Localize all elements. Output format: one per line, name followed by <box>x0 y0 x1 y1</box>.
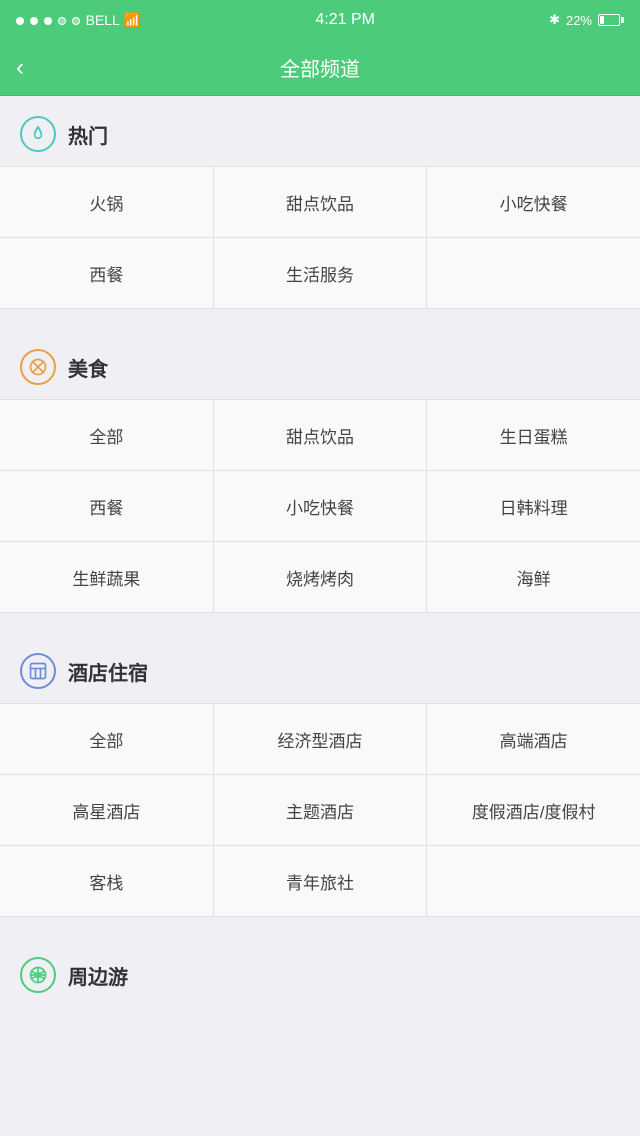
battery-percent: 22% <box>566 13 592 28</box>
list-item[interactable]: 全部 <box>0 704 214 774</box>
list-item <box>427 238 640 308</box>
list-item[interactable]: 日韩料理 <box>427 471 640 541</box>
list-item <box>427 846 640 916</box>
section-header-hot: 热门 <box>0 116 640 166</box>
nav-title: 全部频道 <box>280 53 360 82</box>
list-item[interactable]: 青年旅社 <box>214 846 428 916</box>
nav-bar: ‹ 全部频道 <box>0 40 640 96</box>
signal-dots <box>16 12 82 28</box>
list-item[interactable]: 海鲜 <box>427 542 640 612</box>
list-item[interactable]: 甜点饮品 <box>214 400 428 470</box>
table-row: 全部经济型酒店高端酒店 <box>0 704 640 775</box>
table-row: 西餐生活服务 <box>0 238 640 308</box>
table-row: 高星酒店主题酒店度假酒店/度假村 <box>0 775 640 846</box>
list-item[interactable]: 度假酒店/度假村 <box>427 775 640 845</box>
section-divider <box>0 309 640 329</box>
section-icon-hotel <box>20 653 56 689</box>
list-item[interactable]: 西餐 <box>0 471 214 541</box>
table-row: 客栈青年旅社 <box>0 846 640 916</box>
section-header-hotel: 酒店住宿 <box>0 653 640 703</box>
battery-icon <box>598 14 624 26</box>
grid-hot: 火锅甜点饮品小吃快餐西餐生活服务 <box>0 166 640 309</box>
list-item[interactable]: 小吃快餐 <box>427 167 640 237</box>
table-row: 全部甜点饮品生日蛋糕 <box>0 400 640 471</box>
carrier-label: BELL <box>86 12 120 28</box>
status-bar: BELL 📶 4:21 PM ✱ 22% <box>0 0 640 40</box>
list-item[interactable]: 烧烤烤肉 <box>214 542 428 612</box>
status-time: 4:21 PM <box>315 11 375 29</box>
status-left: BELL 📶 <box>16 12 141 29</box>
list-item[interactable]: 小吃快餐 <box>214 471 428 541</box>
list-item[interactable]: 生日蛋糕 <box>427 400 640 470</box>
section-hotel: 酒店住宿全部经济型酒店高端酒店高星酒店主题酒店度假酒店/度假村客栈青年旅社 <box>0 633 640 917</box>
section-title-hotel: 酒店住宿 <box>68 657 148 686</box>
table-row: 火锅甜点饮品小吃快餐 <box>0 167 640 238</box>
section-travel: 周边游 <box>0 937 640 1007</box>
list-item[interactable]: 甜点饮品 <box>214 167 428 237</box>
table-row: 生鲜蔬果烧烤烤肉海鲜 <box>0 542 640 612</box>
list-item[interactable]: 高星酒店 <box>0 775 214 845</box>
list-item[interactable]: 火锅 <box>0 167 214 237</box>
list-item[interactable]: 全部 <box>0 400 214 470</box>
list-item[interactable]: 高端酒店 <box>427 704 640 774</box>
list-item[interactable]: 生鲜蔬果 <box>0 542 214 612</box>
list-item[interactable]: 西餐 <box>0 238 214 308</box>
grid-food: 全部甜点饮品生日蛋糕西餐小吃快餐日韩料理生鲜蔬果烧烤烤肉海鲜 <box>0 399 640 613</box>
status-right: ✱ 22% <box>549 12 624 28</box>
section-header-travel: 周边游 <box>0 957 640 1007</box>
table-row: 西餐小吃快餐日韩料理 <box>0 471 640 542</box>
grid-hotel: 全部经济型酒店高端酒店高星酒店主题酒店度假酒店/度假村客栈青年旅社 <box>0 703 640 917</box>
back-button[interactable]: ‹ <box>16 56 24 80</box>
section-title-travel: 周边游 <box>68 961 128 990</box>
list-item[interactable]: 生活服务 <box>214 238 428 308</box>
section-header-food: 美食 <box>0 349 640 399</box>
section-icon-travel <box>20 957 56 993</box>
section-icon-food <box>20 349 56 385</box>
section-divider <box>0 1007 640 1027</box>
bluetooth-icon: ✱ <box>549 12 560 28</box>
section-icon-hot <box>20 116 56 152</box>
section-title-food: 美食 <box>68 353 108 382</box>
wifi-icon: 📶 <box>124 12 141 29</box>
section-food: 美食全部甜点饮品生日蛋糕西餐小吃快餐日韩料理生鲜蔬果烧烤烤肉海鲜 <box>0 329 640 613</box>
list-item[interactable]: 客栈 <box>0 846 214 916</box>
section-divider <box>0 917 640 937</box>
section-hot: 热门火锅甜点饮品小吃快餐西餐生活服务 <box>0 96 640 309</box>
list-item[interactable]: 主题酒店 <box>214 775 428 845</box>
list-item[interactable]: 经济型酒店 <box>214 704 428 774</box>
section-title-hot: 热门 <box>68 120 108 149</box>
content: 热门火锅甜点饮品小吃快餐西餐生活服务 美食全部甜点饮品生日蛋糕西餐小吃快餐日韩料… <box>0 96 640 1027</box>
section-divider <box>0 613 640 633</box>
